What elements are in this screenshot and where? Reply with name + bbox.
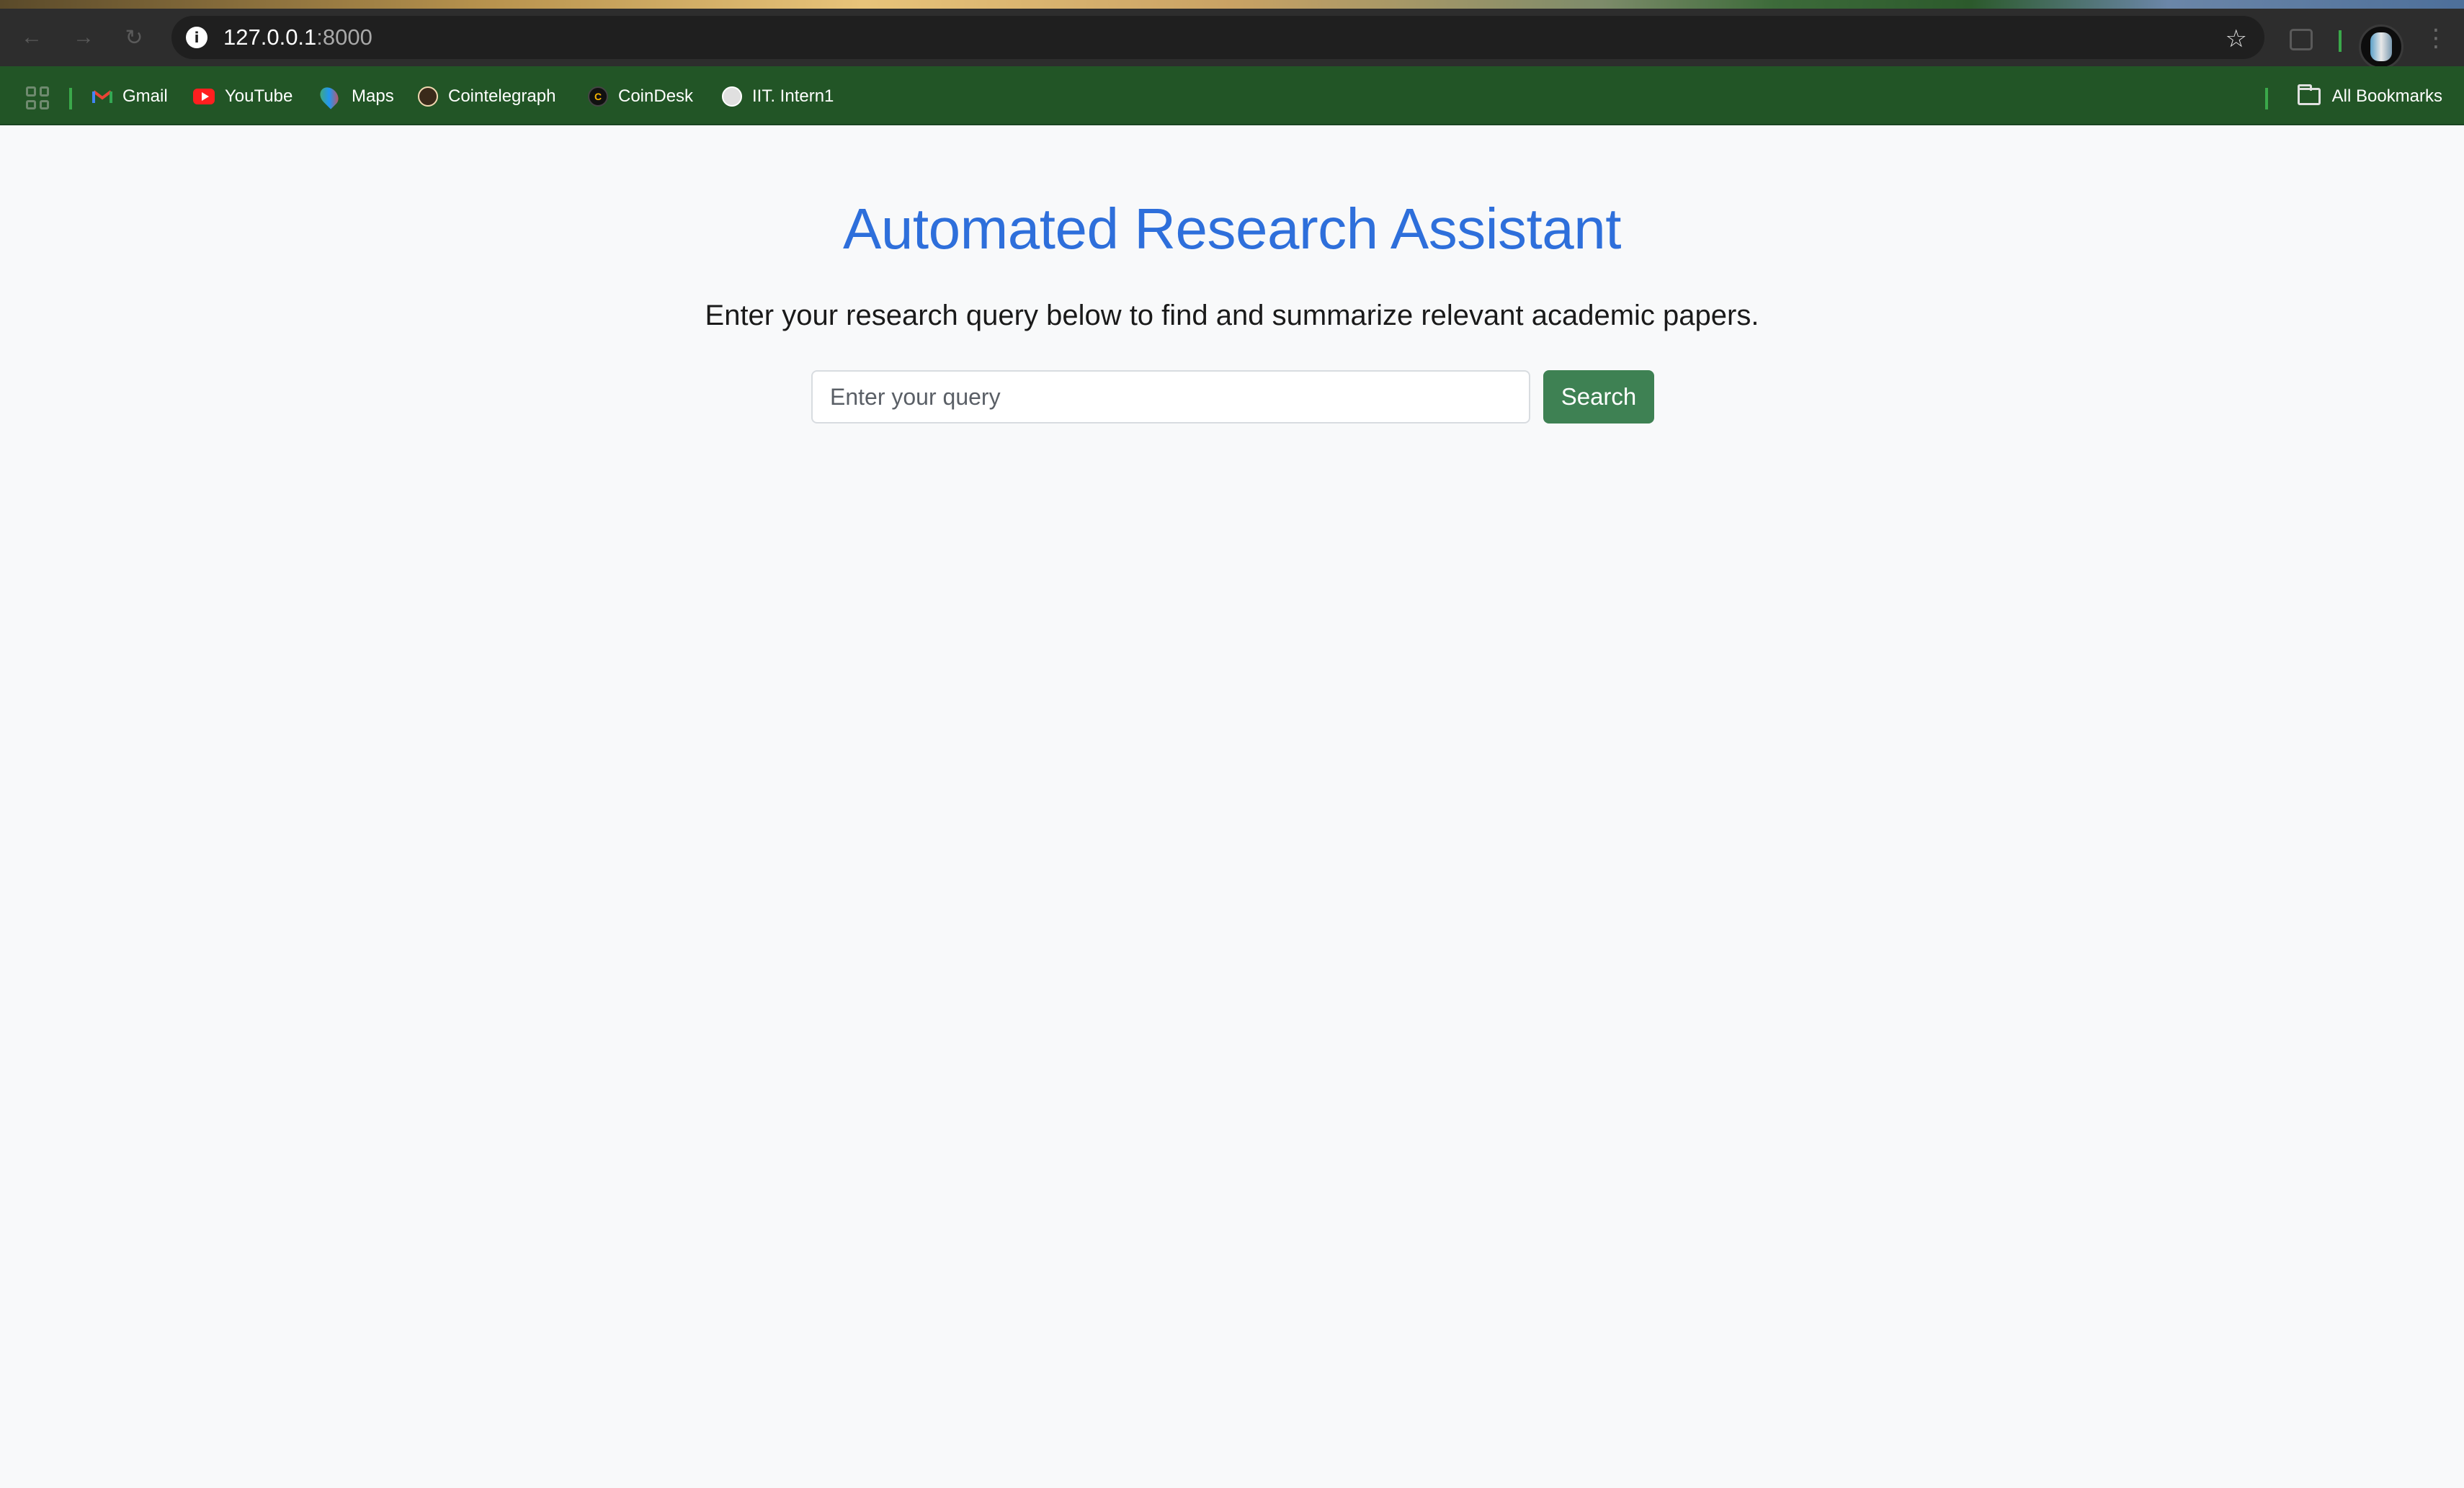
cointelegraph-icon [418, 86, 438, 107]
bookmark-cointelegraph[interactable]: Cointelegraph [418, 82, 555, 111]
bookmark-label: YouTube [225, 86, 293, 106]
address-bar[interactable]: i 127.0.0.1:8000 ☆ [171, 16, 2264, 59]
browser-toolbar: ← → ↻ i 127.0.0.1:8000 ☆ ⋮ [0, 9, 2464, 69]
site-info-icon[interactable]: i [186, 27, 207, 48]
avatar-image [2370, 32, 2392, 61]
bookmark-label: Maps [352, 86, 394, 106]
iit-icon [722, 86, 742, 107]
maps-icon [316, 84, 342, 109]
back-arrow-icon[interactable]: ← [17, 23, 46, 52]
search-button[interactable]: Search [1543, 370, 1654, 423]
tab-strip-edge [0, 0, 2464, 9]
all-bookmarks-label: All Bookmarks [2331, 86, 2442, 106]
bookmark-label: Gmail [122, 86, 168, 106]
bookmarks-bar: Gmail YouTube Maps Cointelegraph C CoinD… [0, 66, 2464, 125]
bookmark-youtube[interactable]: YouTube [193, 82, 293, 111]
extensions-icon[interactable] [2290, 29, 2313, 50]
search-input[interactable] [811, 370, 1530, 423]
gmail-icon [92, 86, 112, 107]
toolbar-divider [2339, 30, 2342, 52]
youtube-icon [193, 89, 215, 104]
url-port: :8000 [316, 24, 372, 50]
reload-icon[interactable]: ↻ [120, 23, 148, 52]
url-host: 127.0.0.1 [223, 24, 317, 50]
bookmark-iit-intern[interactable]: IIT. Intern1 [722, 82, 834, 111]
page-title: Automated Research Assistant [843, 197, 1621, 261]
bookmark-coindesk[interactable]: C CoinDesk [588, 82, 693, 111]
bookmark-label: Cointelegraph [448, 86, 556, 106]
profile-avatar[interactable] [2359, 24, 2403, 69]
bookmarks-right-divider [2265, 88, 2268, 109]
page-subtitle: Enter your research query below to find … [705, 300, 1759, 331]
bookmark-maps[interactable]: Maps [316, 82, 394, 111]
coindesk-icon: C [588, 86, 608, 107]
forward-arrow-icon[interactable]: → [69, 23, 98, 52]
bookmark-label: CoinDesk [618, 86, 694, 106]
bookmark-star-icon[interactable]: ☆ [2226, 24, 2247, 53]
folder-icon [2297, 84, 2321, 105]
bookmark-label: IIT. Intern1 [752, 86, 834, 106]
browser-menu-icon[interactable]: ⋮ [2424, 26, 2448, 50]
page-content: Automated Research Assistant Enter your … [0, 127, 2464, 1488]
bookmark-gmail[interactable]: Gmail [92, 82, 168, 111]
apps-grid-icon[interactable] [26, 86, 49, 109]
bookmarks-divider [69, 88, 72, 109]
all-bookmarks-button[interactable]: All Bookmarks [2297, 82, 2442, 111]
